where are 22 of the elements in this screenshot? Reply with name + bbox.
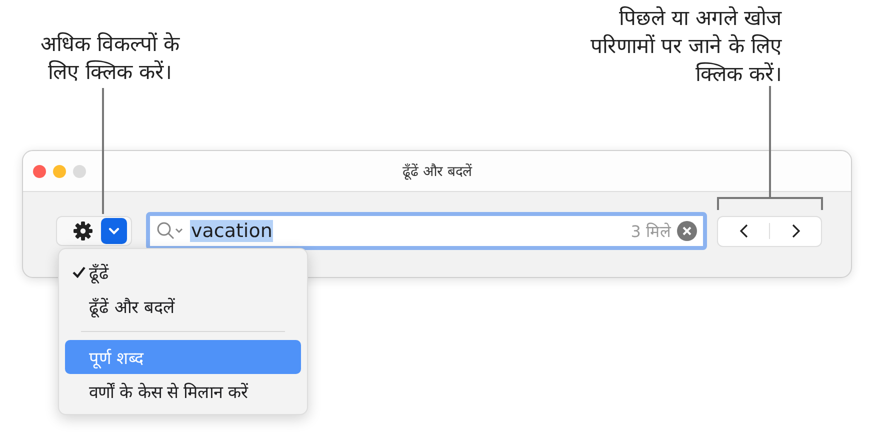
chevron-down-icon: [108, 227, 120, 235]
search-text: vacation: [190, 220, 274, 242]
options-button[interactable]: [56, 216, 132, 246]
menu-item[interactable]: ढूँढें और बदलें: [65, 289, 301, 323]
clear-icon[interactable]: [677, 221, 697, 241]
menu-item-label: ढूँढें: [89, 262, 109, 284]
dropdown-button[interactable]: [101, 218, 127, 244]
callout-text: अधिक विकल्पों के लिए क्लिक करें।: [39, 31, 181, 86]
menu-item[interactable]: ढूँढें: [65, 255, 301, 289]
gear-icon: [73, 221, 93, 241]
chevron-left-icon: [738, 223, 748, 239]
close-button[interactable]: [33, 164, 46, 178]
menu-item[interactable]: वर्णों के केस से मिलान करें: [65, 374, 301, 408]
menu-item-label: पूर्ण शब्द: [89, 348, 144, 368]
callout-text: पिछले या अगले खोज परिणामों पर जाने के लिए क्लिक करें।: [589, 5, 782, 88]
menu-item-label: ढूँढें और बदलें: [89, 296, 175, 318]
menu-item-label: वर्णों के केस से मिलान करें: [89, 382, 248, 402]
window-title: ढूँढें और बदलें: [402, 162, 472, 180]
search-icon: [156, 221, 184, 241]
chevron-right-icon: [790, 223, 800, 239]
match-count: 3 मिले: [630, 221, 671, 242]
search-field[interactable]: vacation 3 मिले: [146, 212, 707, 250]
